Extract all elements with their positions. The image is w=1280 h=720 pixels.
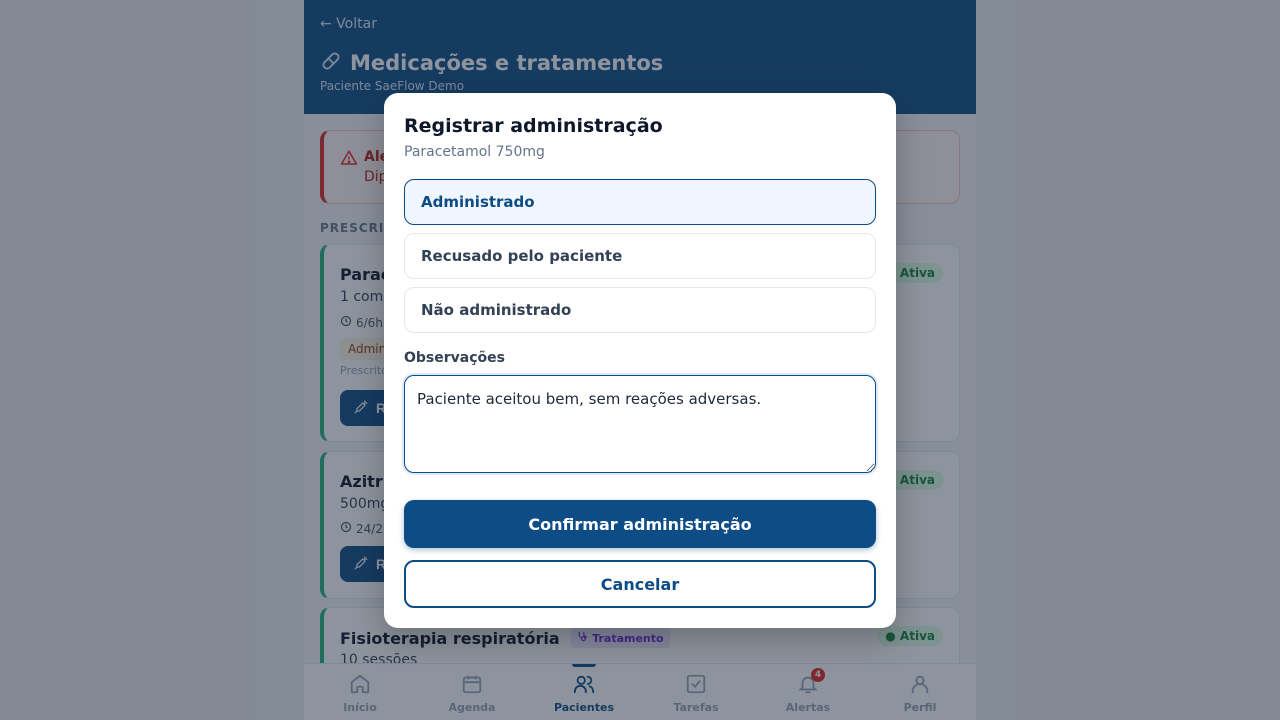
modal-medication: Paracetamol 750mg <box>404 144 545 160</box>
administration-modal: Registrar administração Paracetamol 750m… <box>384 93 896 628</box>
observations-label: Observações <box>404 350 505 366</box>
modal-title: Registrar administração <box>404 115 663 137</box>
observations-textarea[interactable]: Paciente aceitou bem, sem reações advers… <box>404 375 876 473</box>
confirm-button[interactable]: Confirmar administração <box>404 500 876 548</box>
option-nao-administrado[interactable]: Não administrado <box>404 287 876 333</box>
cancel-button[interactable]: Cancelar <box>404 560 876 608</box>
option-administrado[interactable]: Administrado <box>404 179 876 225</box>
option-recusado[interactable]: Recusado pelo paciente <box>404 233 876 279</box>
